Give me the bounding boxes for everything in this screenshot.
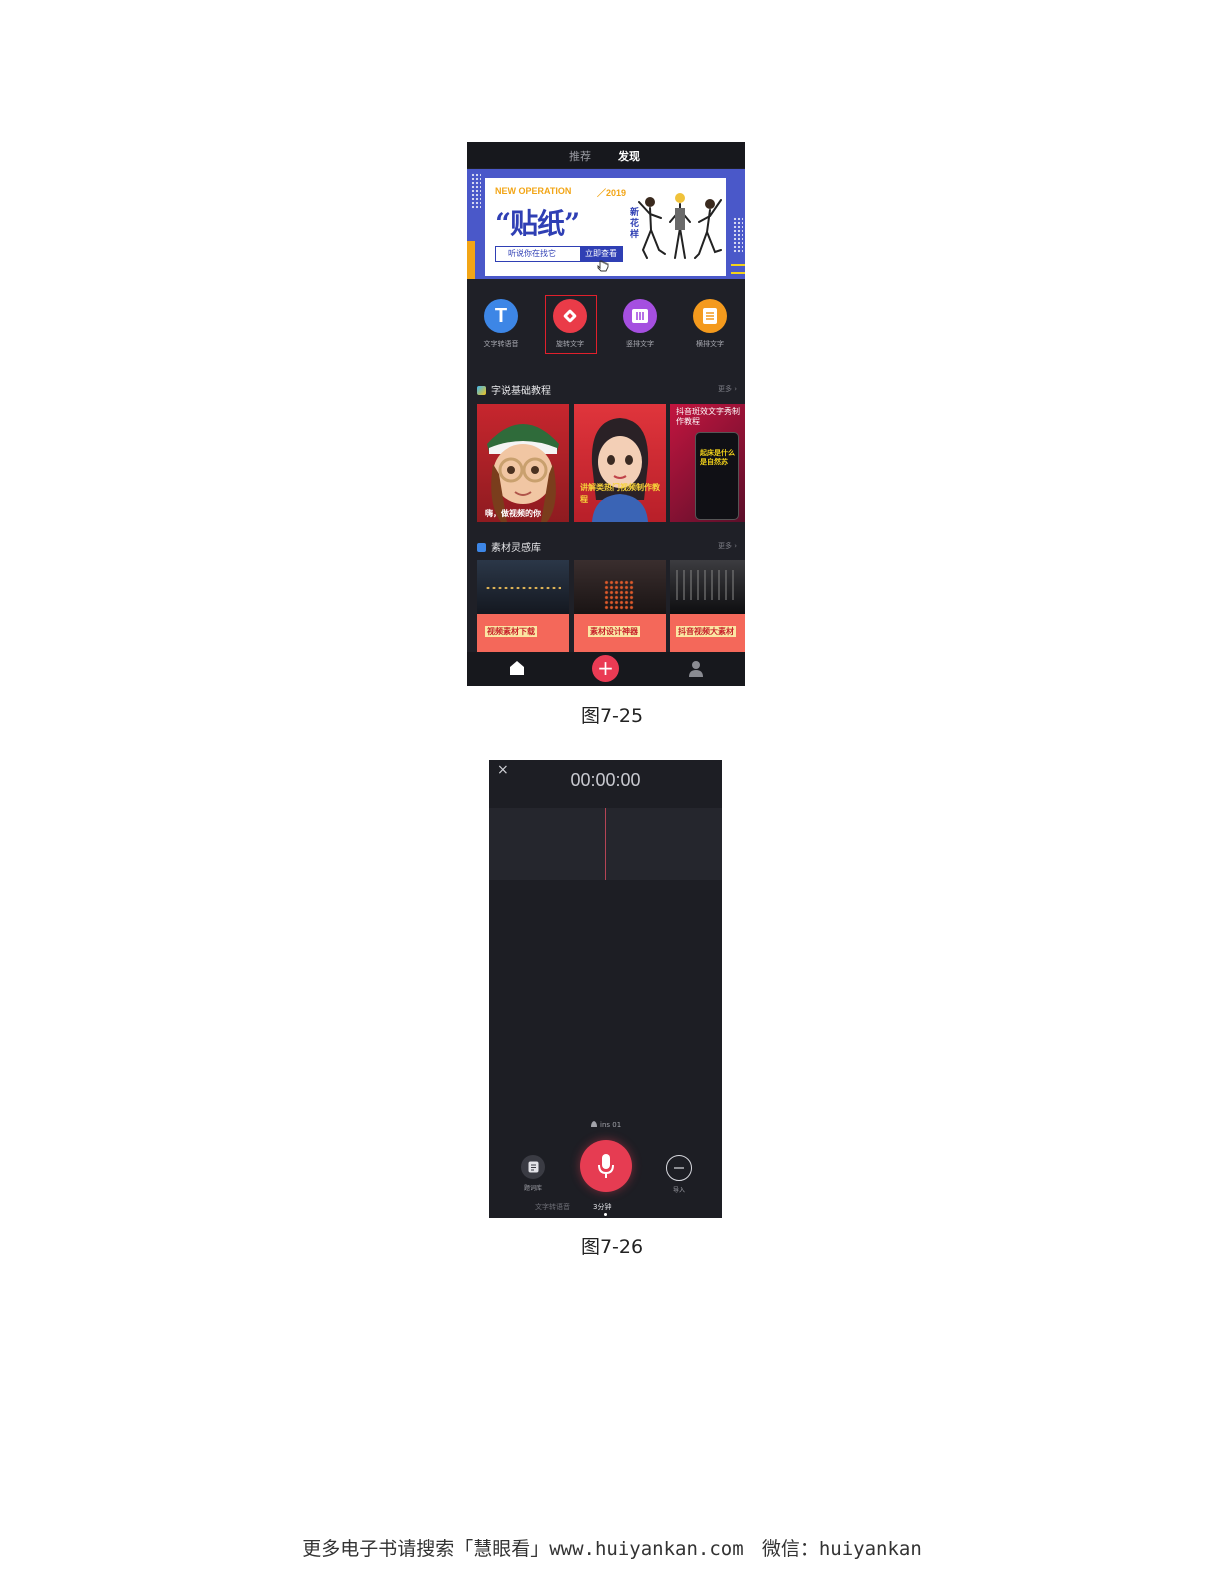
footer-url[interactable]: www.huiyankan.com	[549, 1538, 743, 1560]
material-card[interactable]: 素材设计神器	[574, 560, 666, 652]
tab-three-minutes[interactable]: 3分钟	[593, 1202, 611, 1212]
tutorial-card[interactable]: 抖音斑效文字秀制作教程 起床是什么是自然苏	[670, 404, 745, 522]
tool-label: 竖排文字	[626, 340, 654, 348]
figure-caption: 图7-25	[580, 705, 644, 727]
profile-icon[interactable]	[688, 660, 704, 677]
tab-recommend[interactable]: 推荐	[569, 148, 591, 164]
script-library-button[interactable]: 题词库	[513, 1155, 553, 1192]
tool-label: 横排文字	[696, 340, 724, 348]
horizontal-text-icon	[693, 299, 727, 333]
dot-pattern	[471, 173, 481, 209]
material-card[interactable]: 视频素材下载	[477, 560, 569, 652]
recording-timer: 00:00:00	[570, 770, 641, 790]
bottom-nav: +	[467, 652, 745, 686]
banner-cta-text: 听说你在找它	[508, 249, 556, 258]
tutorial-card[interactable]: 讲解类热门视频制作教程	[574, 404, 666, 522]
import-icon	[666, 1155, 692, 1181]
section-materials-more[interactable]: 更多 ›	[718, 541, 737, 551]
dancing-people-illustration	[638, 193, 722, 259]
microphone-icon	[598, 1154, 614, 1178]
phone-mockup: 起床是什么是自然苏	[695, 432, 739, 520]
section-icon	[477, 543, 486, 552]
phone-text: 起床是什么是自然苏	[700, 449, 735, 466]
material-banner: 素材设计神器	[574, 614, 666, 652]
top-tab-bar: 推荐 发现	[467, 142, 745, 168]
banner-stripe	[467, 241, 475, 279]
material-banner: 抖音视频大素材	[670, 614, 745, 652]
create-button[interactable]: +	[592, 655, 619, 682]
banner-card: NEW OPERATION ／2019 “贴纸” 新花样 听说你在找它 立即查看	[485, 178, 726, 276]
section-tutorials-title: 字说基础教程	[477, 382, 551, 397]
import-label: 导入	[672, 1187, 685, 1194]
vertical-text-icon	[623, 299, 657, 333]
footer-wechat-label: 微信：	[761, 1538, 819, 1560]
tab-text-to-speech[interactable]: 文字转语音	[535, 1202, 570, 1212]
bw-street-photo	[670, 560, 745, 614]
record-button[interactable]	[580, 1140, 632, 1192]
tutorial-card[interactable]: 嗨，做视频的你	[477, 404, 569, 522]
tutorial-caption: 讲解类热门视频制作教程	[580, 483, 660, 504]
night-city-photo	[477, 560, 569, 614]
document-icon	[521, 1155, 545, 1179]
page-footer: 更多电子书请搜索「慧眼看」www.huiyankan.com 微信：huiyan…	[0, 1534, 1224, 1561]
import-button[interactable]: 导入	[659, 1155, 699, 1194]
material-caption: 视频素材下载	[485, 626, 537, 637]
script-library-label: 题词库	[523, 1185, 542, 1192]
banner-kicker: NEW OPERATION	[495, 186, 572, 196]
highlight-box	[545, 295, 597, 354]
footer-wechat-id: huiyankan	[818, 1538, 922, 1560]
section-icon	[477, 386, 486, 395]
material-caption: 素材设计神器	[588, 626, 640, 637]
footer-text: 更多电子书请搜索「慧眼看」	[302, 1538, 550, 1560]
material-caption: 抖音视频大素材	[676, 626, 736, 637]
memoji-girl-glasses-illustration	[487, 424, 559, 522]
dot-pattern	[733, 217, 743, 253]
promo-banner[interactable]: NEW OPERATION ／2019 “贴纸” 新花样 听说你在找它 立即查看	[467, 169, 745, 279]
tool-text-to-speech[interactable]: T 文字转语音	[469, 299, 533, 349]
figure-7-25-screenshot: 推荐 发现 NEW OPERATION ／2019 “贴纸” 新花样 听说你在找…	[467, 142, 745, 686]
figure-7-26-screenshot: × 00:00:00 ins 01 题词库 导入 文字转语音 3分钟	[489, 760, 722, 1218]
banner-zigzag	[731, 264, 745, 274]
home-icon[interactable]	[509, 660, 525, 676]
figure-caption: 图7-26	[580, 1236, 644, 1258]
t-letter-icon: T	[484, 299, 518, 333]
tool-horizontal-text[interactable]: 横排文字	[678, 299, 742, 349]
tutorial-caption: 抖音斑效文字秀制作教程	[676, 407, 740, 426]
material-banner: 视频素材下载	[477, 614, 569, 652]
banner-title: “贴纸”	[495, 207, 580, 240]
playhead-line	[605, 808, 606, 880]
tutorial-caption: 嗨，做视频的你	[485, 509, 541, 518]
tool-label: 文字转语音	[483, 340, 519, 348]
night-street-photo	[574, 560, 666, 614]
active-tab-indicator	[604, 1213, 607, 1216]
banner-cta-button[interactable]: 立即查看	[580, 247, 622, 261]
section-materials-title: 素材灵感库	[477, 539, 541, 554]
section-tutorials-more[interactable]: 更多 ›	[718, 384, 737, 394]
microphone-device-icon	[590, 1121, 597, 1127]
banner-year: ／2019	[597, 188, 627, 198]
tab-discover[interactable]: 发现	[618, 148, 640, 164]
hand-cursor-icon	[597, 260, 609, 272]
input-device[interactable]: ins 01	[489, 1120, 722, 1129]
tool-vertical-text[interactable]: 竖排文字	[608, 299, 672, 349]
material-card[interactable]: 抖音视频大素材	[670, 560, 745, 652]
